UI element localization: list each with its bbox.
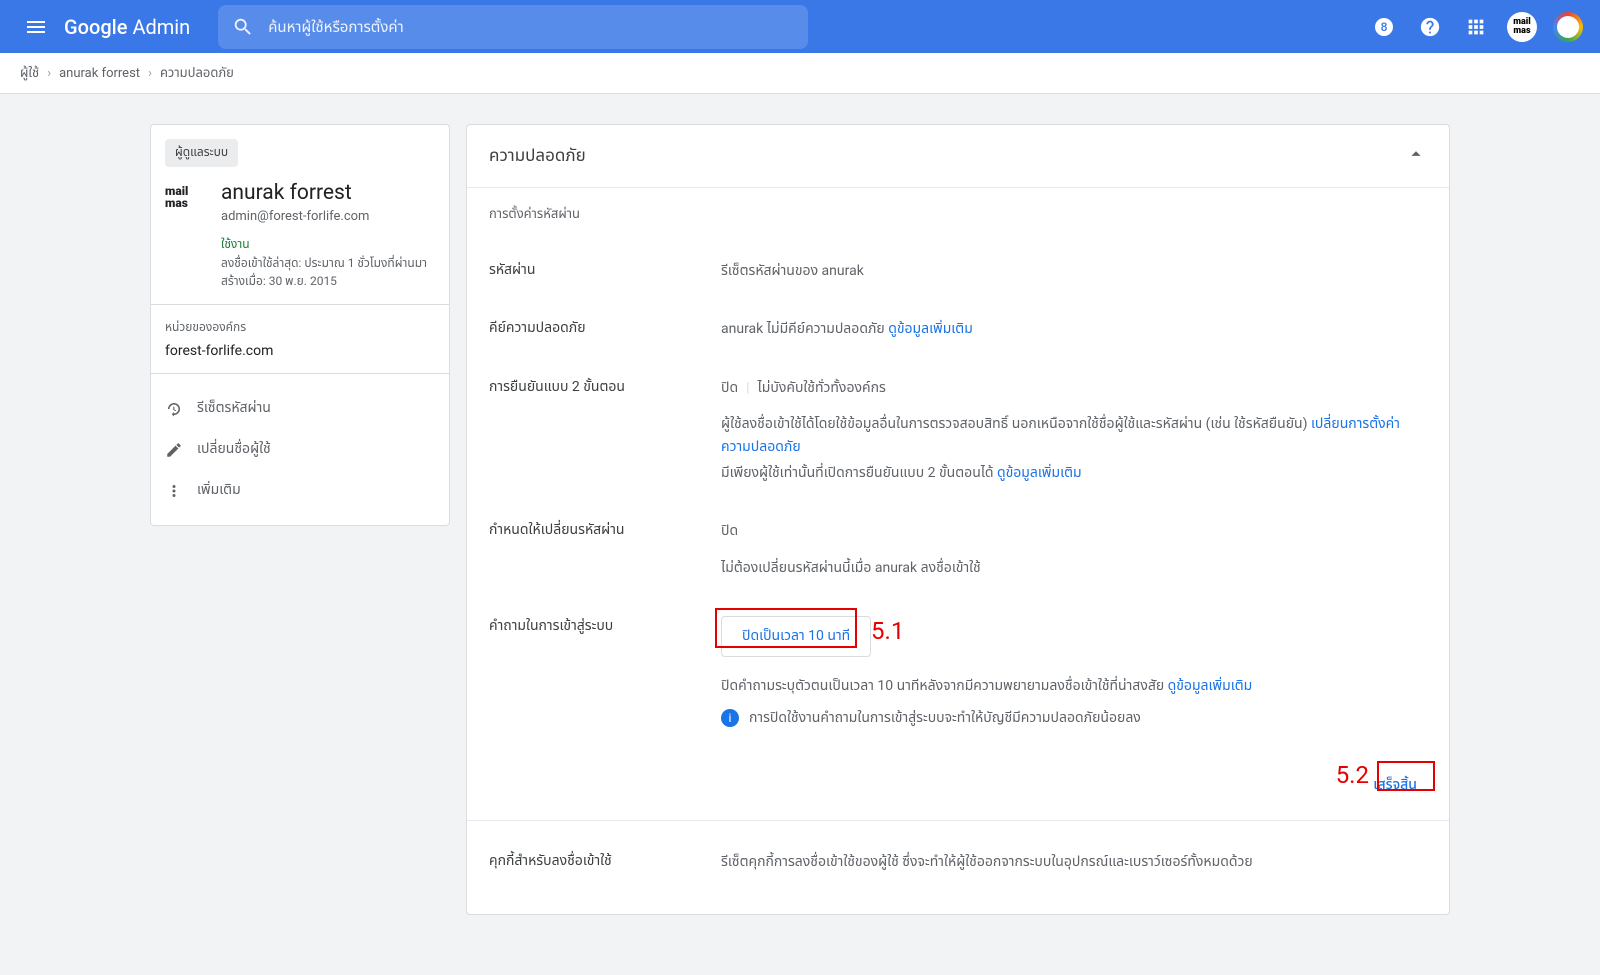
app-logo[interactable]: Google Admin bbox=[64, 15, 190, 39]
notification-badge[interactable]: 8 bbox=[1364, 7, 1404, 47]
two-step-learn-more-link[interactable]: ดูข้อมูลเพิ่มเติม bbox=[997, 465, 1082, 481]
admin-role-chip: ผู้ดูแลระบบ bbox=[165, 139, 238, 167]
user-org-logo: mail mas bbox=[165, 181, 207, 213]
disable-10min-button[interactable]: ปิดเป็นเวลา 10 นาที bbox=[721, 616, 871, 656]
breadcrumb-user-name[interactable]: anurak forrest bbox=[59, 66, 140, 81]
login-challenge-value: ปิดเป็นเวลา 10 นาที 5.1 ปิดคำถามระบุตัวต… bbox=[721, 616, 1427, 729]
cookies-value: รีเซ็ตคุกกี้การลงชื่อเข้าใช้ของผู้ใช้ ซึ… bbox=[721, 851, 1427, 873]
force-password-value: ปิด ไม่ต้องเปลี่ยนรหัสผ่านนี้เมื่อ anura… bbox=[721, 520, 1427, 579]
cookies-label: คุกกี้สำหรับลงชื่อเข้าใช้ bbox=[489, 851, 721, 873]
user-email: admin@forest-forlife.com bbox=[221, 209, 427, 224]
force-password-label: กำหนดให้เปลี่ยนรหัสผ่าน bbox=[489, 520, 721, 579]
user-status: ใช้งาน bbox=[221, 236, 427, 254]
search-input[interactable] bbox=[268, 18, 794, 36]
two-step-value: ปิด|ไม่บังคับใช้ทั่วทั้งองค์กร ผู้ใช้ลงช… bbox=[721, 377, 1427, 485]
card-title: ความปลอดภัย bbox=[489, 143, 586, 169]
password-label: รหัสผ่าน bbox=[489, 260, 721, 282]
security-key-learn-more-link[interactable]: ดูข้อมูลเพิ่มเติม bbox=[888, 321, 973, 337]
annotation-5-1: 5.1 bbox=[871, 612, 904, 650]
org-logo[interactable]: mail mas bbox=[1502, 7, 1542, 47]
two-step-label: การยืนยันแบบ 2 ขั้นตอน bbox=[489, 377, 721, 485]
apps-grid-icon[interactable] bbox=[1456, 7, 1496, 47]
chevron-right-icon: › bbox=[148, 66, 152, 81]
help-icon[interactable] bbox=[1410, 7, 1450, 47]
breadcrumb-current: ความปลอดภัย bbox=[160, 63, 234, 83]
app-header: Google Admin 8 mail mas bbox=[0, 0, 1600, 53]
password-settings-label: การตั้งค่ารหัสผ่าน bbox=[489, 204, 1427, 224]
breadcrumb-users[interactable]: ผู้ใช้ bbox=[20, 63, 39, 83]
chevron-right-icon: › bbox=[47, 66, 51, 81]
org-unit-value: forest-forlife.com bbox=[165, 343, 435, 359]
info-icon: i bbox=[721, 709, 739, 727]
user-last-login: ลงชื่อเข้าใช้ล่าสุด: ประมาณ 1 ชั่วโมงที่… bbox=[221, 254, 427, 272]
password-value: รีเซ็ตรหัสผ่านของ anurak bbox=[721, 260, 1427, 282]
header-actions: 8 mail mas bbox=[1364, 7, 1588, 47]
collapse-icon[interactable] bbox=[1405, 143, 1427, 169]
security-key-value: anurak ไม่มีคีย์ความปลอดภัย ดูข้อมูลเพิ่… bbox=[721, 318, 1427, 340]
hamburger-menu-icon[interactable] bbox=[12, 3, 60, 51]
more-actions[interactable]: เพิ่มเติม bbox=[165, 470, 435, 511]
account-avatar[interactable] bbox=[1548, 7, 1588, 47]
user-created: สร้างเมื่อ: 30 พ.ย. 2015 bbox=[221, 272, 427, 290]
user-display-name: anurak forrest bbox=[221, 181, 427, 205]
user-sidebar-card: ผู้ดูแลระบบ mail mas anurak forrest admi… bbox=[150, 124, 450, 526]
security-key-label: คีย์ความปลอดภัย bbox=[489, 318, 721, 340]
org-unit-label: หน่วยขององค์กร bbox=[165, 319, 435, 337]
security-card: ความปลอดภัย การตั้งค่ารหัสผ่าน รหัสผ่าน … bbox=[466, 124, 1450, 915]
challenge-learn-more-link[interactable]: ดูข้อมูลเพิ่มเติม bbox=[1168, 678, 1253, 694]
pencil-icon bbox=[165, 441, 183, 459]
search-icon bbox=[232, 16, 254, 38]
more-vert-icon bbox=[165, 482, 183, 500]
lock-reset-icon bbox=[165, 400, 183, 418]
breadcrumb: ผู้ใช้ › anurak forrest › ความปลอดภัย bbox=[0, 53, 1600, 94]
search-box[interactable] bbox=[218, 5, 808, 49]
reset-password-action[interactable]: รีเซ็ตรหัสผ่าน bbox=[165, 388, 435, 429]
rename-user-action[interactable]: เปลี่ยนชื่อผู้ใช้ bbox=[165, 429, 435, 470]
login-challenge-label: คำถามในการเข้าสู่ระบบ bbox=[489, 616, 721, 729]
